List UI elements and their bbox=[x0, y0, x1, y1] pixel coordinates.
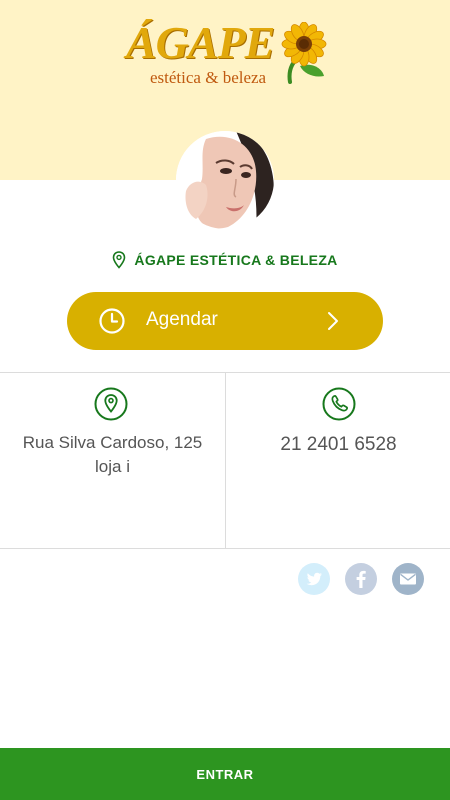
email-share-button[interactable] bbox=[392, 563, 424, 595]
twitter-share-button[interactable] bbox=[298, 563, 330, 595]
profile-avatar bbox=[176, 131, 274, 229]
face-portrait-image bbox=[176, 131, 274, 229]
email-icon bbox=[392, 563, 424, 595]
facebook-share-button[interactable] bbox=[345, 563, 377, 595]
clock-icon bbox=[99, 308, 125, 334]
chevron-right-icon bbox=[328, 312, 338, 330]
twitter-icon bbox=[298, 563, 330, 595]
business-name-row: ÁGAPE ESTÉTICA & BELEZA bbox=[0, 248, 450, 272]
address-cell[interactable]: Rua Silva Cardoso, 125 loja i bbox=[0, 373, 225, 548]
phone-number: 21 2401 6528 bbox=[280, 434, 397, 455]
phone-icon bbox=[322, 387, 356, 421]
phone-cell[interactable]: 21 2401 6528 bbox=[226, 373, 450, 548]
enter-button[interactable]: ENTRAR bbox=[0, 748, 450, 800]
address-text: Rua Silva Cardoso, 125 loja i bbox=[22, 433, 203, 476]
location-pin-icon bbox=[94, 387, 128, 421]
schedule-button-label: Agendar bbox=[146, 309, 218, 330]
schedule-button[interactable]: Agendar bbox=[67, 292, 383, 350]
contact-info-grid: Rua Silva Cardoso, 125 loja i 21 2401 65… bbox=[0, 372, 450, 549]
business-name: ÁGAPE ESTÉTICA & BELEZA bbox=[134, 252, 338, 268]
logo-wordmark: ÁGAPE bbox=[126, 17, 275, 68]
brand-logo: ÁGAPE estética & beleza bbox=[126, 17, 327, 88]
facebook-icon bbox=[345, 563, 377, 595]
logo-tagline: estética & beleza bbox=[150, 68, 267, 87]
location-pin-icon bbox=[113, 251, 126, 269]
sunflower-icon bbox=[281, 22, 327, 84]
